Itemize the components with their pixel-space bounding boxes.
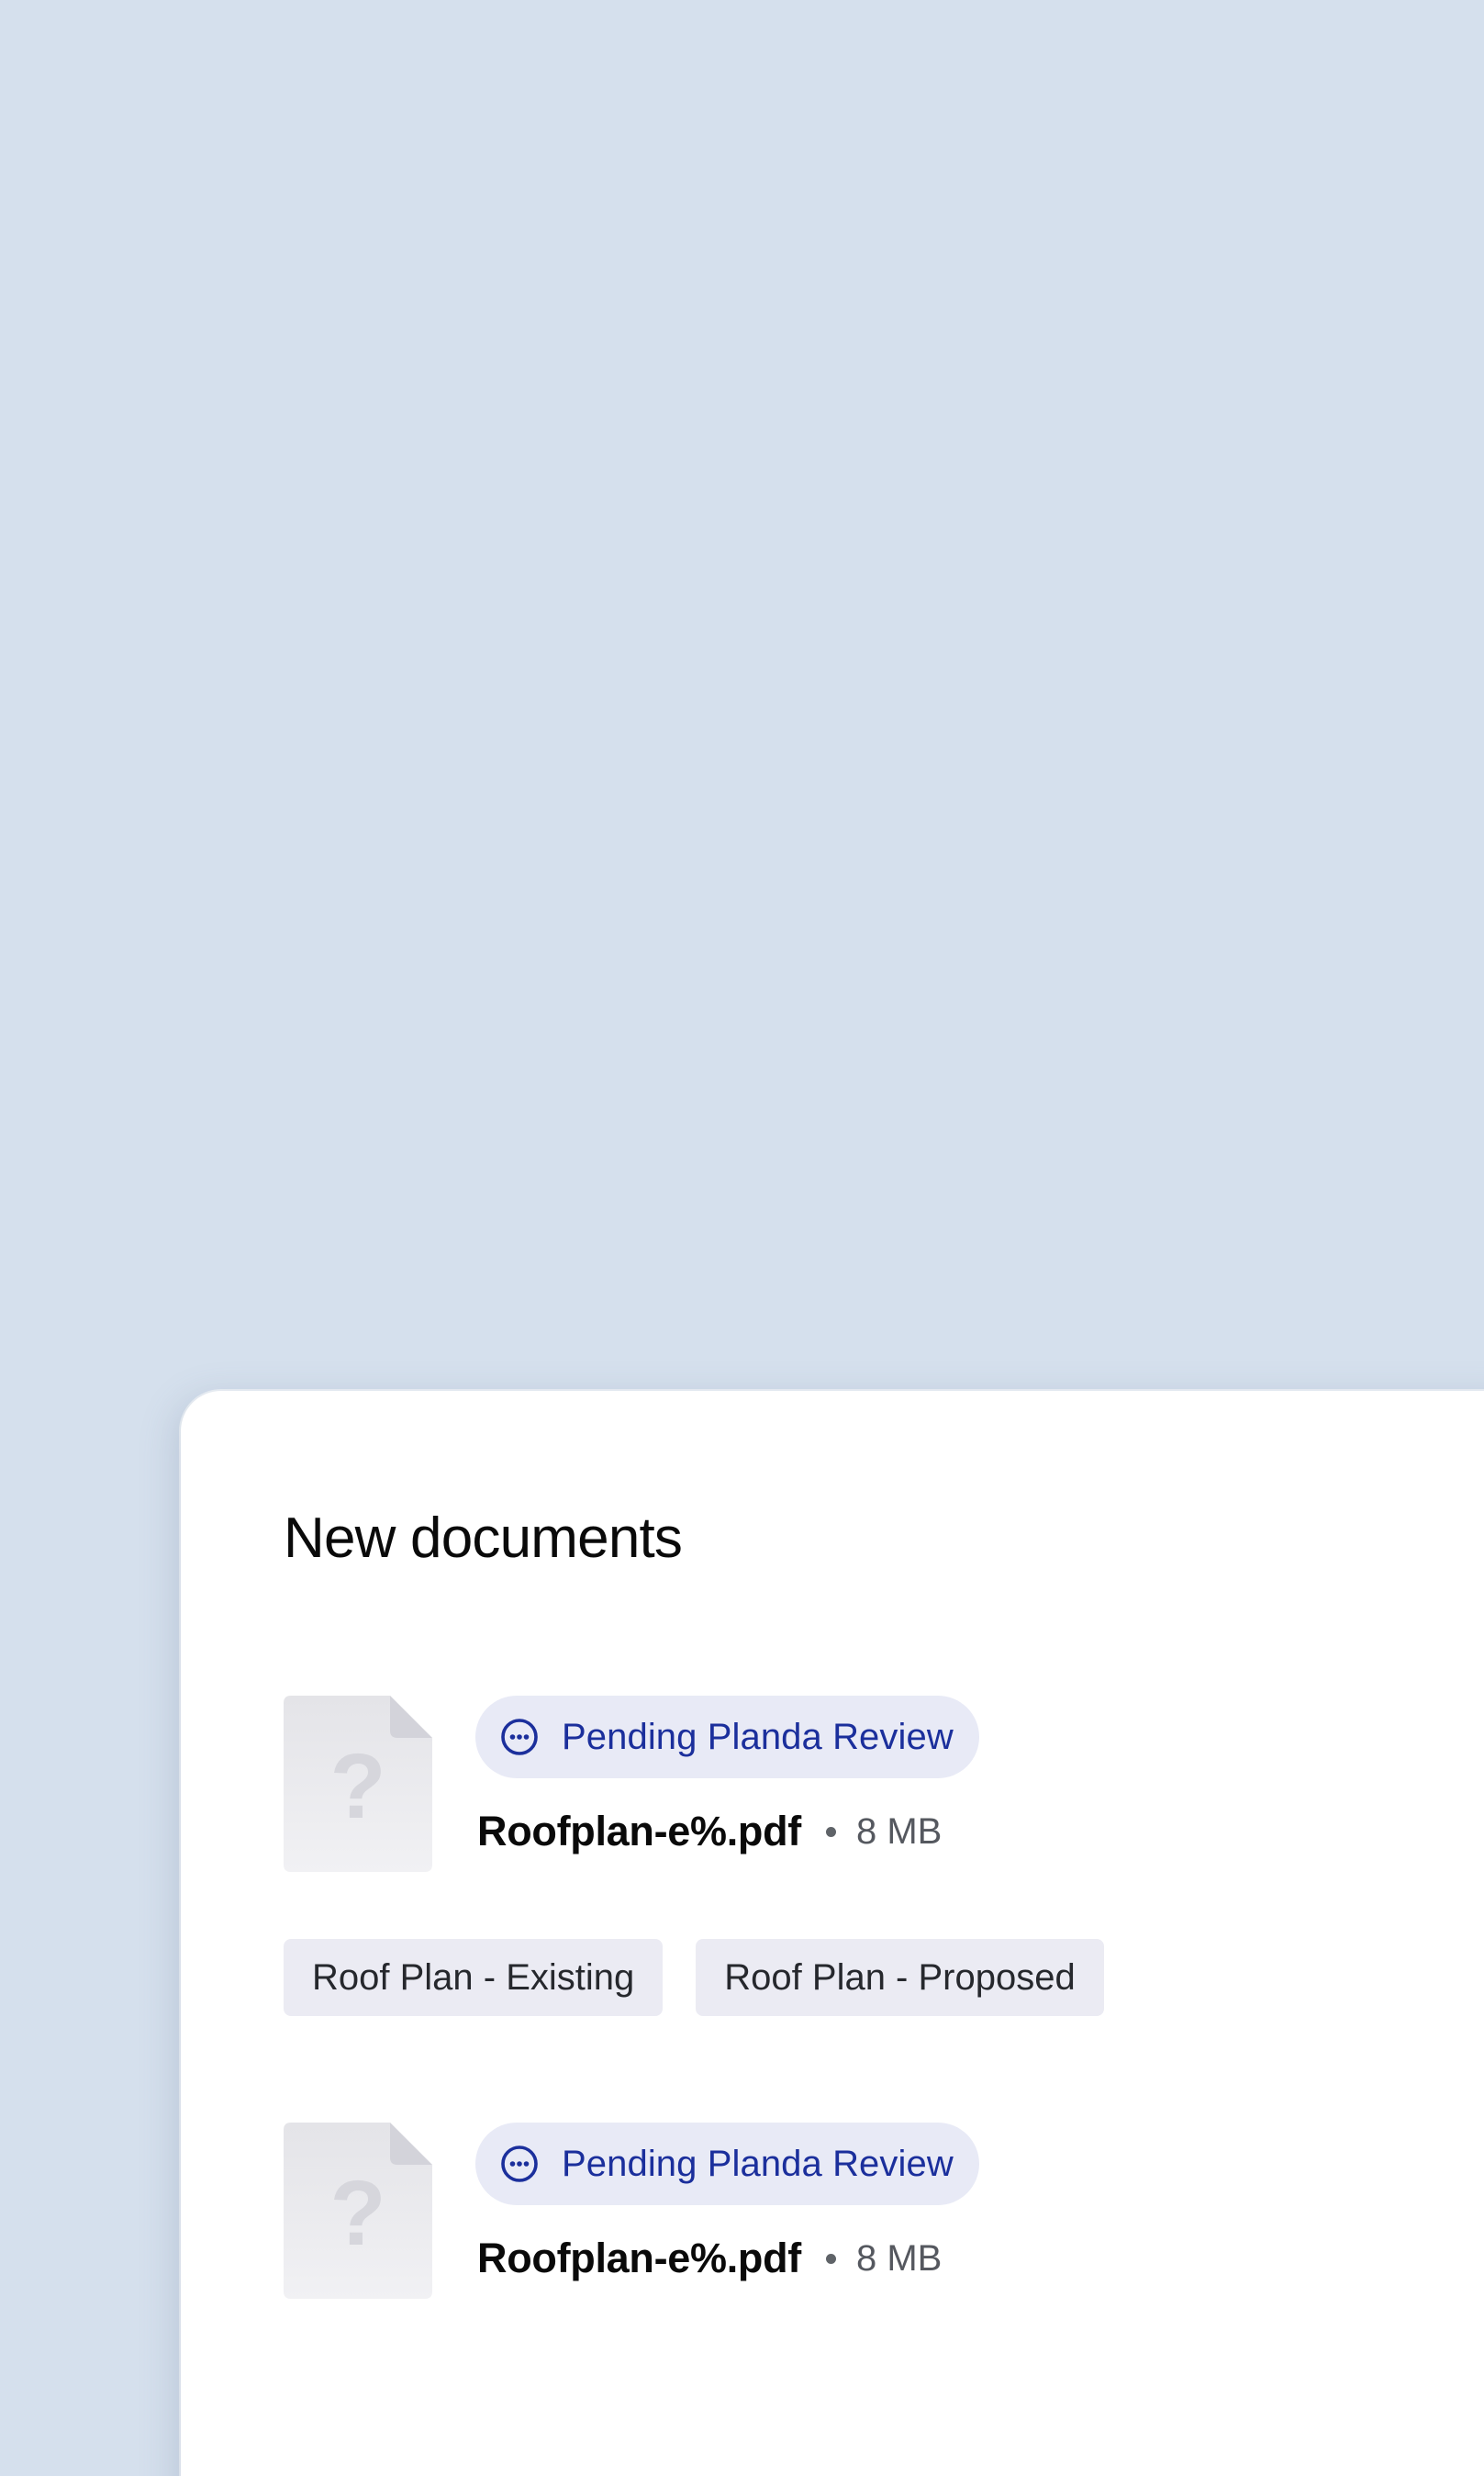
status-badge: Pending Planda Review [475,1696,979,1778]
svg-text:?: ? [329,1735,385,1838]
document-item[interactable]: ? Pending Planda Review Roofplan-e%.pdf … [284,2123,1201,2299]
file-name[interactable]: Roofplan-e%.pdf [477,2235,801,2282]
status-badge: Pending Planda Review [475,2123,979,2205]
status-label: Pending Planda Review [562,1716,954,1757]
file-name[interactable]: Roofplan-e%.pdf [477,1808,801,1855]
tag-roof-plan-proposed[interactable]: Roof Plan - Proposed [696,1939,1104,2016]
ellipsis-circle-icon [501,2145,538,2182]
panel-title: New documents [284,1507,683,1570]
unknown-file-icon: ? [284,1696,432,1872]
separator-dot [825,1826,836,1837]
file-size: 8 MB [855,2237,943,2279]
file-size: 8 MB [855,1810,943,1852]
document-tags: Roof Plan - Existing Roof Plan - Propose… [284,1939,1104,2016]
status-label: Pending Planda Review [562,2143,954,2184]
page-background: New documents ? Pending Planda Review Ro… [0,0,1484,2476]
svg-text:?: ? [329,2162,385,2265]
file-info: Roofplan-e%.pdf 8 MB [477,1804,942,1859]
tag-roof-plan-existing[interactable]: Roof Plan - Existing [284,1939,664,2016]
file-info: Roofplan-e%.pdf 8 MB [477,2231,942,2286]
new-documents-panel: New documents ? Pending Planda Review Ro… [181,1391,1484,2476]
separator-dot [825,2253,836,2264]
ellipsis-circle-icon [501,1719,538,1755]
unknown-file-icon: ? [284,2123,432,2299]
document-item[interactable]: ? Pending Planda Review Roofplan-e%.pdf … [284,1696,1201,1872]
